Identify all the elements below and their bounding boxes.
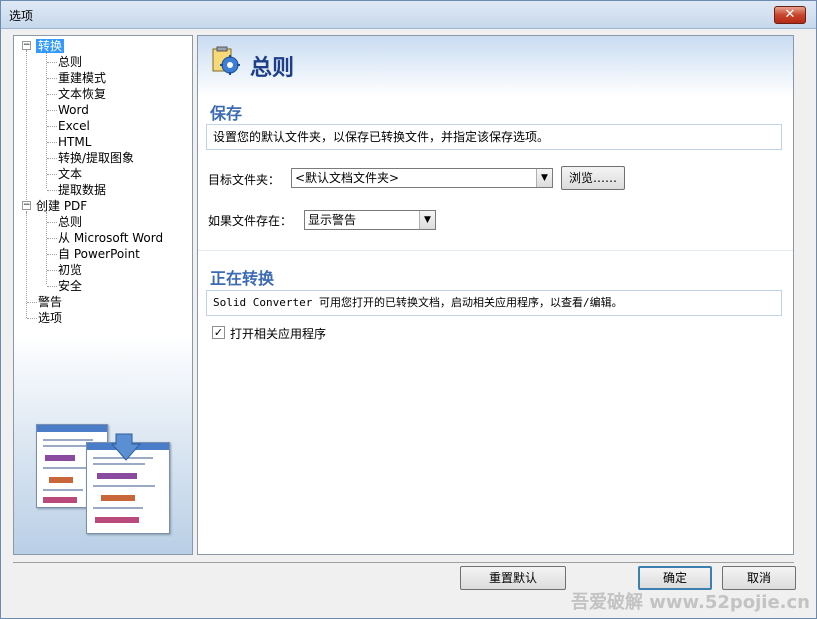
gear-clipboard-icon [212, 46, 240, 75]
converting-section-title: 正在转换 [210, 269, 275, 288]
tree-item-label: 重建模式 [58, 71, 107, 85]
tree-item-label: 转换 [36, 39, 65, 53]
tree-line [47, 222, 57, 223]
dropdown-arrow-icon[interactable]: ▼ [536, 169, 552, 187]
title-bar: 选项 ✕ [1, 1, 816, 29]
tree-line [47, 110, 57, 111]
tree-item-label: 文本 [58, 167, 83, 181]
tree-item-word[interactable]: Word [58, 102, 89, 118]
tree-line [47, 238, 57, 239]
section-divider [198, 250, 793, 251]
open-app-label: 打开相关应用程序 [230, 327, 327, 341]
ok-button[interactable]: 确定 [638, 566, 712, 590]
open-app-checkbox[interactable]: ✓ [212, 326, 225, 339]
tree-item-label: 提取数据 [58, 183, 107, 197]
dropdown-arrow-icon[interactable]: ▼ [419, 211, 435, 229]
target-folder-label: 目标文件夹： [208, 173, 281, 187]
if-file-exists-select[interactable]: 显示警告 ▼ [304, 210, 436, 230]
tree-item-label: Word [58, 103, 89, 117]
tree-item-label: 自 PowerPoint [58, 247, 140, 261]
tree-line [27, 302, 37, 303]
tree-item-rebuild-mode[interactable]: 重建模式 [58, 70, 106, 86]
tree-item-from-word[interactable]: 从 Microsoft Word [58, 230, 163, 246]
tree-item-text[interactable]: 文本 [58, 166, 82, 182]
cancel-button[interactable]: 取消 [722, 566, 796, 590]
if-file-exists-value: 显示警告 [308, 213, 357, 227]
tree-line [46, 52, 47, 188]
tree-line [47, 270, 57, 271]
browse-button[interactable]: 浏览…… [561, 166, 625, 190]
tree-line [47, 94, 57, 95]
tree-line [27, 318, 37, 319]
tree-item-label: 警告 [38, 295, 63, 309]
tree-item-label: 总则 [58, 55, 83, 69]
tree-item-label: 初览 [58, 263, 83, 277]
reset-defaults-button[interactable]: 重置默认 [460, 566, 566, 590]
tree-line [26, 50, 27, 212]
page-title: 总则 [250, 56, 295, 81]
collapse-toggle-icon[interactable]: − [22, 41, 31, 50]
tree-line [47, 254, 57, 255]
watermark-text: 吾爱破解 www.52pojie.cn [570, 592, 810, 613]
tree-item-options[interactable]: 选项 [38, 310, 62, 326]
tree-item-label: 文本恢复 [58, 87, 107, 101]
tree-line [47, 78, 57, 79]
target-folder-select[interactable]: <默认文档文件夹> ▼ [291, 168, 553, 188]
tree-item-from-powerpoint[interactable]: 自 PowerPoint [58, 246, 140, 262]
tree-line [47, 62, 57, 63]
tree-item-security[interactable]: 安全 [58, 278, 82, 294]
tree-item-label: Excel [58, 119, 90, 133]
tree-item-label: 选项 [38, 311, 63, 325]
tree-item-text-recovery[interactable]: 文本恢复 [58, 86, 106, 102]
tree-item-label: 创建 PDF [36, 199, 88, 213]
tree-item-preview[interactable]: 初览 [58, 262, 82, 278]
collapse-toggle-icon[interactable]: − [22, 201, 31, 210]
tree-line [47, 142, 57, 143]
tree-line [47, 174, 57, 175]
tree-line [47, 190, 57, 191]
tree-item-extract-images[interactable]: 转换/提取图象 [58, 150, 134, 166]
window-title: 选项 [9, 9, 34, 23]
tree-item-create-pdf[interactable]: − 创建 PDF [22, 198, 87, 214]
target-folder-value: <默认文档文件夹> [295, 171, 400, 185]
tree-item-general[interactable]: 总则 [58, 54, 82, 70]
tree-item-extract-data[interactable]: 提取数据 [58, 182, 106, 198]
navigation-tree-panel: − 转换 总则 重建模式 文本恢复 Word Excel HTML 转换/提取图… [13, 35, 193, 555]
options-dialog: 选项 ✕ − 转换 总则 重建模式 文本恢复 Word Excel HTML 转… [0, 0, 817, 619]
tree-item-excel[interactable]: Excel [58, 118, 90, 134]
conversion-illustration [36, 424, 176, 534]
tree-line [47, 158, 57, 159]
save-section-title: 保存 [210, 104, 243, 123]
tree-item-label: 转换/提取图象 [58, 151, 135, 165]
tree-item-label: 从 Microsoft Word [58, 231, 164, 245]
tree-item-label: HTML [58, 135, 92, 149]
tree-item-warnings[interactable]: 警告 [38, 294, 62, 310]
tree-item-label: 安全 [58, 279, 83, 293]
arrow-down-icon [110, 433, 142, 461]
tree-item-convert[interactable]: − 转换 [22, 38, 65, 54]
settings-panel: 总则 保存 设置您的默认文件夹，以保存已转换文件，并指定该保存选项。 目标文件夹… [197, 35, 794, 555]
tree-item-html[interactable]: HTML [58, 134, 91, 150]
tree-item-label: 总则 [58, 215, 83, 229]
tree-line [47, 126, 57, 127]
close-button[interactable]: ✕ [774, 6, 806, 24]
footer-divider [13, 562, 794, 563]
tree-item-pdf-general[interactable]: 总则 [58, 214, 82, 230]
tree-line [47, 286, 57, 287]
save-section-description: 设置您的默认文件夹，以保存已转换文件，并指定该保存选项。 [206, 124, 782, 150]
if-file-exists-label: 如果文件存在： [208, 214, 293, 228]
converting-section-description: Solid Converter 可用您打开的已转换文档，启动相关应用程序，以查看… [206, 290, 782, 316]
